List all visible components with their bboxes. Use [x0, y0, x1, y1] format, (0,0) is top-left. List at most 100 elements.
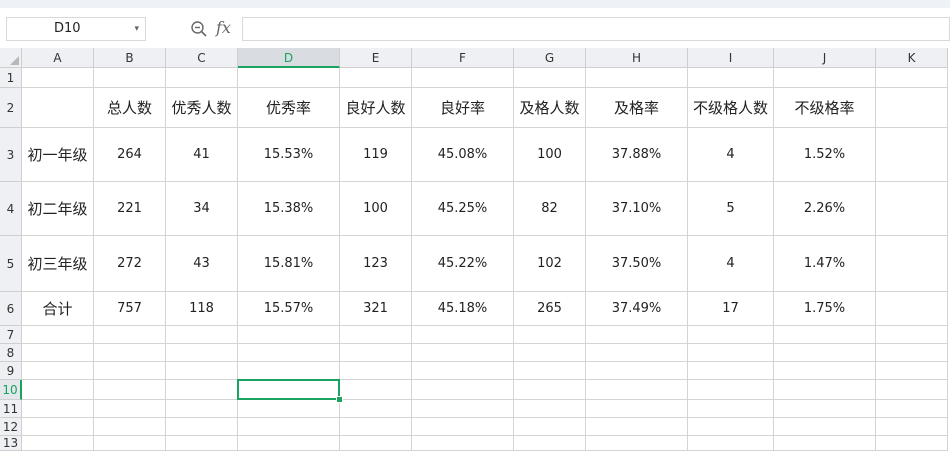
cell-c12[interactable]	[166, 418, 238, 436]
cell-b3[interactable]: 264	[94, 128, 166, 182]
cell-b10[interactable]	[94, 380, 166, 400]
column-header-h[interactable]: H	[586, 48, 688, 68]
cell-k3[interactable]	[876, 128, 948, 182]
cell-a4[interactable]: 初二年级	[22, 182, 94, 236]
cell-h11[interactable]	[586, 400, 688, 418]
cell-e12[interactable]	[340, 418, 412, 436]
cell-h10[interactable]	[586, 380, 688, 400]
cell-f9[interactable]	[412, 362, 514, 380]
cell-k4[interactable]	[876, 182, 948, 236]
cell-c5[interactable]: 43	[166, 236, 238, 292]
select-all-corner[interactable]	[0, 48, 22, 68]
cell-h8[interactable]	[586, 344, 688, 362]
cell-i9[interactable]	[688, 362, 774, 380]
cell-c6[interactable]: 118	[166, 292, 238, 326]
cell-k8[interactable]	[876, 344, 948, 362]
cell-j4[interactable]: 2.26%	[774, 182, 876, 236]
cell-g3[interactable]: 100	[514, 128, 586, 182]
cell-j9[interactable]	[774, 362, 876, 380]
cell-k10[interactable]	[876, 380, 948, 400]
cell-j6[interactable]: 1.75%	[774, 292, 876, 326]
cell-d1[interactable]	[238, 68, 340, 88]
cell-e5[interactable]: 123	[340, 236, 412, 292]
cell-i8[interactable]	[688, 344, 774, 362]
cell-e7[interactable]	[340, 326, 412, 344]
cell-f7[interactable]	[412, 326, 514, 344]
cell-k1[interactable]	[876, 68, 948, 88]
cell-b12[interactable]	[94, 418, 166, 436]
cell-d9[interactable]	[238, 362, 340, 380]
cell-h12[interactable]	[586, 418, 688, 436]
row-header-4[interactable]: 4	[0, 182, 22, 236]
cell-i1[interactable]	[688, 68, 774, 88]
cell-e2[interactable]: 良好人数	[340, 88, 412, 128]
cell-j13[interactable]	[774, 436, 876, 451]
cell-a6[interactable]: 合计	[22, 292, 94, 326]
row-header-1[interactable]: 1	[0, 68, 22, 88]
cell-a11[interactable]	[22, 400, 94, 418]
cell-i10[interactable]	[688, 380, 774, 400]
cell-f3[interactable]: 45.08%	[412, 128, 514, 182]
cell-j3[interactable]: 1.52%	[774, 128, 876, 182]
cell-d6[interactable]: 15.57%	[238, 292, 340, 326]
formula-input[interactable]	[242, 17, 950, 41]
cell-c2[interactable]: 优秀人数	[166, 88, 238, 128]
cell-j7[interactable]	[774, 326, 876, 344]
cell-f13[interactable]	[412, 436, 514, 451]
cell-c4[interactable]: 34	[166, 182, 238, 236]
column-header-e[interactable]: E	[340, 48, 412, 68]
cell-d13[interactable]	[238, 436, 340, 451]
row-header-3[interactable]: 3	[0, 128, 22, 182]
cell-g12[interactable]	[514, 418, 586, 436]
cell-b4[interactable]: 221	[94, 182, 166, 236]
cell-a13[interactable]	[22, 436, 94, 451]
row-header-10[interactable]: 10	[0, 380, 22, 400]
cell-a10[interactable]	[22, 380, 94, 400]
cell-k5[interactable]	[876, 236, 948, 292]
cell-c10[interactable]	[166, 380, 238, 400]
cell-b7[interactable]	[94, 326, 166, 344]
cell-j2[interactable]: 不级格率	[774, 88, 876, 128]
cell-f4[interactable]: 45.25%	[412, 182, 514, 236]
cell-b6[interactable]: 757	[94, 292, 166, 326]
cell-e3[interactable]: 119	[340, 128, 412, 182]
cell-i5[interactable]: 4	[688, 236, 774, 292]
cell-b13[interactable]	[94, 436, 166, 451]
row-header-11[interactable]: 11	[0, 400, 22, 418]
cell-i2[interactable]: 不级格人数	[688, 88, 774, 128]
cell-d2[interactable]: 优秀率	[238, 88, 340, 128]
cell-d10[interactable]	[238, 380, 340, 400]
fx-icon[interactable]: fx	[216, 18, 231, 38]
cell-b1[interactable]	[94, 68, 166, 88]
cell-d5[interactable]: 15.81%	[238, 236, 340, 292]
cell-d11[interactable]	[238, 400, 340, 418]
cell-c11[interactable]	[166, 400, 238, 418]
cell-d7[interactable]	[238, 326, 340, 344]
cell-i4[interactable]: 5	[688, 182, 774, 236]
cell-j12[interactable]	[774, 418, 876, 436]
cell-g4[interactable]: 82	[514, 182, 586, 236]
cell-a12[interactable]	[22, 418, 94, 436]
cell-f5[interactable]: 45.22%	[412, 236, 514, 292]
cell-k6[interactable]	[876, 292, 948, 326]
cell-k13[interactable]	[876, 436, 948, 451]
cell-b11[interactable]	[94, 400, 166, 418]
cell-d3[interactable]: 15.53%	[238, 128, 340, 182]
cell-g1[interactable]	[514, 68, 586, 88]
cell-j1[interactable]	[774, 68, 876, 88]
row-header-12[interactable]: 12	[0, 418, 22, 436]
cell-k11[interactable]	[876, 400, 948, 418]
cell-a3[interactable]: 初一年级	[22, 128, 94, 182]
cell-g2[interactable]: 及格人数	[514, 88, 586, 128]
row-header-13[interactable]: 13	[0, 436, 22, 451]
cell-b2[interactable]: 总人数	[94, 88, 166, 128]
cell-b8[interactable]	[94, 344, 166, 362]
row-header-5[interactable]: 5	[0, 236, 22, 292]
cell-c13[interactable]	[166, 436, 238, 451]
cell-a7[interactable]	[22, 326, 94, 344]
column-header-b[interactable]: B	[94, 48, 166, 68]
cell-f10[interactable]	[412, 380, 514, 400]
row-header-8[interactable]: 8	[0, 344, 22, 362]
cell-g6[interactable]: 265	[514, 292, 586, 326]
cell-h4[interactable]: 37.10%	[586, 182, 688, 236]
